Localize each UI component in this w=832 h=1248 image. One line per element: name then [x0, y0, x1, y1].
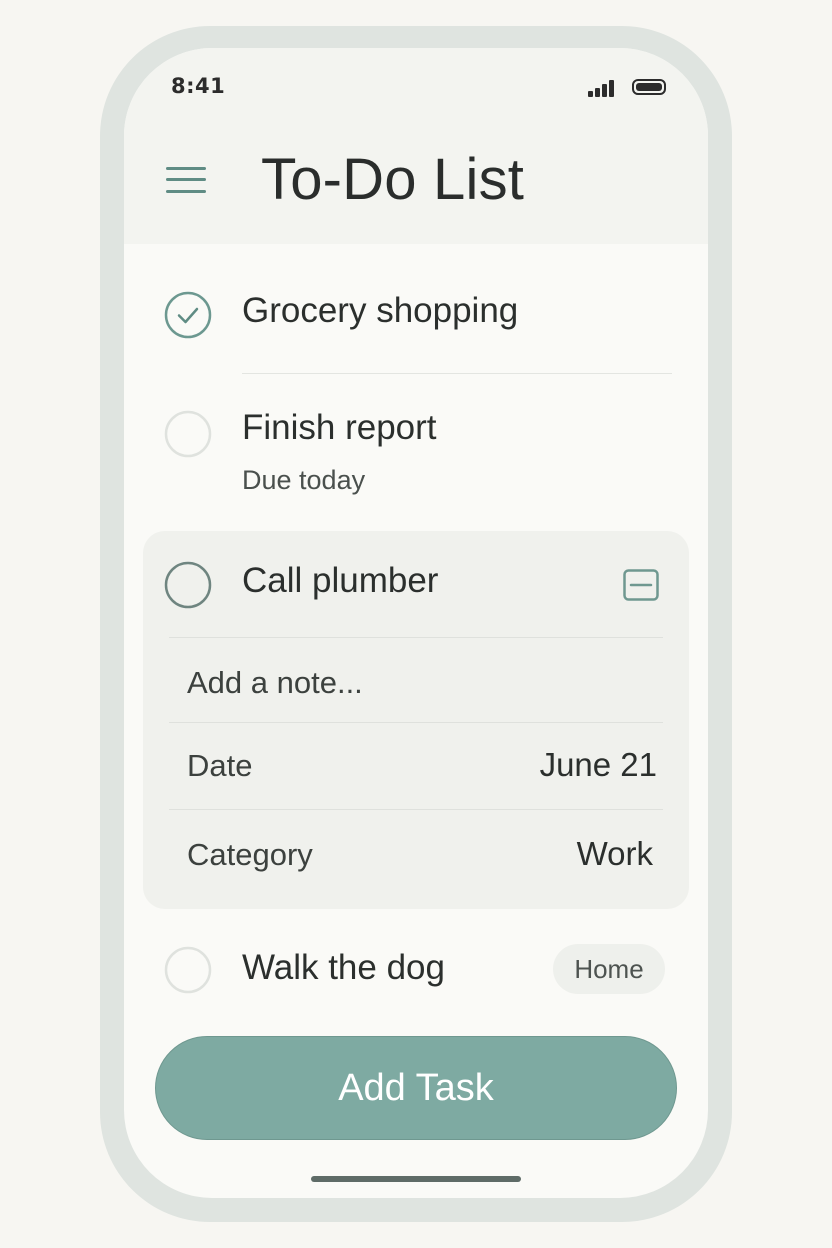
task-label: Walk the dog [242, 948, 445, 987]
task-due-label: Due today [242, 465, 366, 495]
hamburger-menu-icon[interactable] [166, 164, 206, 196]
category-value[interactable]: Work [577, 835, 653, 873]
task-label: Grocery shopping [242, 291, 519, 330]
empty-circle-icon [164, 946, 212, 994]
signal-bars-icon [588, 79, 618, 97]
task-label: Finish report [242, 408, 437, 447]
app-screen: 8:41 To-Do List Grocery shopping Finish … [124, 48, 708, 1198]
task-row-grocery-shopping[interactable]: Grocery shopping [124, 274, 708, 354]
category-tag-home[interactable]: Home [553, 944, 665, 994]
divider [169, 637, 663, 638]
date-label: Date [187, 748, 253, 783]
empty-circle-icon [164, 561, 212, 609]
minus-square-icon[interactable] [623, 569, 659, 601]
task-checkbox[interactable] [164, 561, 212, 609]
task-checkbox-checked[interactable] [164, 291, 212, 339]
task-checkbox[interactable] [164, 946, 212, 994]
app-header: 8:41 To-Do List [124, 48, 708, 244]
note-input[interactable] [187, 661, 647, 705]
date-value[interactable]: June 21 [540, 746, 657, 784]
checkmark-circle-icon [164, 291, 212, 339]
divider [169, 809, 663, 810]
battery-icon [632, 79, 666, 95]
divider [242, 373, 672, 374]
task-checkbox[interactable] [164, 410, 212, 458]
expanded-task-card: Call plumber Date June 21 Category Work [143, 531, 689, 909]
add-task-button[interactable]: Add Task [155, 1036, 677, 1140]
task-row-finish-report[interactable]: Finish report Due today [124, 388, 708, 498]
home-indicator[interactable] [311, 1176, 521, 1182]
task-label: Call plumber [242, 561, 439, 600]
empty-circle-icon [164, 410, 212, 458]
divider [169, 722, 663, 723]
page-title: To-Do List [261, 147, 525, 212]
status-time: 8:41 [171, 74, 226, 98]
category-label: Category [187, 837, 313, 872]
